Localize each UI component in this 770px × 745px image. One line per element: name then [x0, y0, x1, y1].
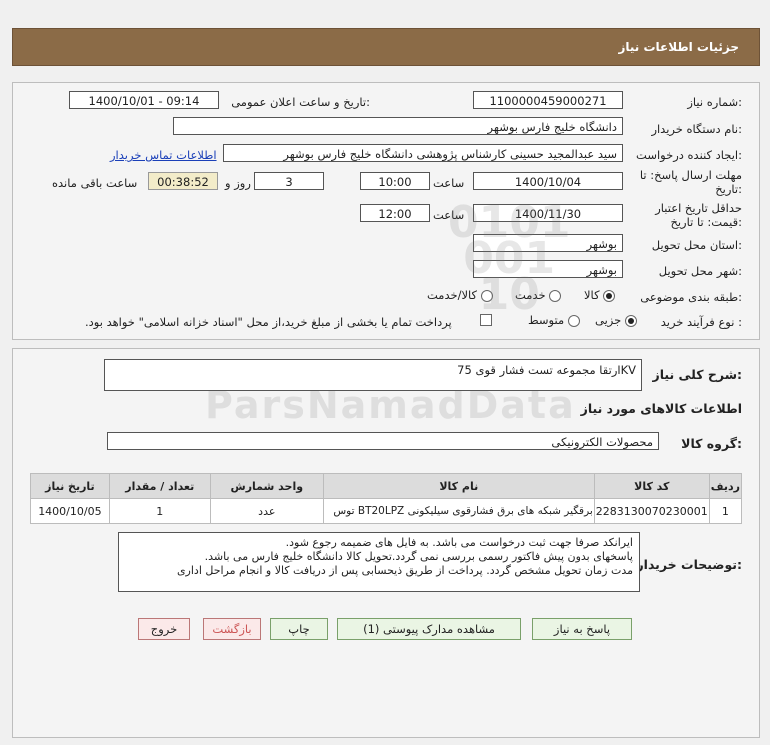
reply-deadline-label: مهلت ارسال پاسخ: تا	[639, 168, 742, 182]
col-qty: تعداد / مقدار	[108, 473, 211, 499]
buyer-notes-label: توضیحات خریدار:	[636, 557, 742, 572]
radio-goods-icon[interactable]	[603, 289, 616, 302]
need-title-label: شرح کلی نیاز:	[652, 367, 743, 382]
need-title-field: ارتقا مجموعه تست فشار قوی 75KV	[104, 359, 642, 391]
radio-minor-icon[interactable]	[624, 314, 637, 327]
need-number-field: 1100000459000271	[473, 91, 623, 109]
days-field: 3	[254, 172, 324, 190]
reply-deadline-label-2: تاریخ:	[715, 182, 742, 196]
category-option-service[interactable]: خدمت	[515, 288, 562, 302]
reply-date-field: 1400/10/04	[473, 172, 623, 190]
note-line: پاسخهای بدون پیش فاکتور رسمی بررسی نمی گ…	[204, 550, 633, 563]
reply-time-field: 10:00	[360, 172, 430, 190]
buyer-notes-box: ایرانکد صرفا جهت ثبت درخواست می باشد. به…	[118, 532, 640, 592]
page-header: جزئیات اطلاعات نیاز	[12, 28, 760, 66]
category-option-goods[interactable]: کالا	[584, 288, 616, 302]
cell-row: 1	[708, 498, 743, 524]
table-row[interactable]: 1 2283130070230001 برقگیر شبکه های برق ف…	[30, 498, 743, 524]
cell-date: 1400/10/05	[30, 498, 110, 524]
delivery-city-field: بوشهر	[473, 260, 623, 278]
cell-unit: عدد	[209, 498, 324, 524]
exit-button[interactable]: خروج	[138, 618, 190, 640]
print-button[interactable]: چاپ	[270, 618, 328, 640]
remaining-time-field: 00:38:52	[148, 172, 218, 190]
reply-button[interactable]: پاسخ به نیاز	[532, 618, 632, 640]
note-line: ایرانکد صرفا جهت ثبت درخواست می باشد. به…	[285, 536, 633, 549]
buyer-org-field: دانشگاه خلیج فارس بوشهر	[173, 117, 623, 135]
col-row: ردیف	[708, 473, 743, 499]
goods-table: ردیف کد کالا نام کالا واحد شمارش تعداد /…	[30, 473, 743, 524]
goods-group-field: محصولات الکترونیکی	[107, 432, 659, 450]
days-label: روز و	[225, 176, 251, 190]
creator-field: سید عبدالمجید حسینی کارشناس پژوهشی دانشگ…	[223, 144, 623, 162]
table-header-row: ردیف کد کالا نام کالا واحد شمارش تعداد /…	[30, 473, 743, 499]
category-label: طبقه بندی موضوعی:	[640, 290, 742, 304]
treasury-note: پرداخت تمام یا بخشی از مبلغ خرید،از محل …	[85, 315, 452, 329]
reply-time-label: ساعت	[433, 176, 465, 190]
process-option-medium[interactable]: متوسط	[528, 313, 580, 327]
process-option-minor[interactable]: جزیی	[595, 313, 637, 327]
buyer-contact-link[interactable]: اطلاعات تماس خریدار	[110, 148, 217, 162]
price-validity-label-2: قیمت: تا تاریخ:	[670, 215, 742, 229]
col-date: تاریخ نیاز	[30, 473, 110, 499]
attachments-button[interactable]: مشاهده مدارک پیوستی (1)	[337, 618, 521, 640]
goods-group-label: گروه کالا:	[681, 436, 742, 451]
creator-label: ایجاد کننده درخواست:	[636, 148, 742, 162]
need-number-label: شماره نیاز:	[687, 95, 742, 109]
validity-time-field: 12:00	[360, 204, 430, 222]
price-validity-label: حداقل تاریخ اعتبار	[655, 201, 742, 215]
cell-code: 2283130070230001	[593, 498, 710, 524]
validity-date-field: 1400/11/30	[473, 204, 623, 222]
delivery-city-label: شهر محل تحویل:	[658, 264, 742, 278]
announce-date-field: 1400/10/01 - 09:14	[69, 91, 219, 109]
delivery-province-label: استان محل تحویل:	[651, 238, 742, 252]
cell-name: برقگیر شبکه های برق فشارقوی سیلیکونی BT2…	[322, 498, 595, 524]
delivery-province-field: بوشهر	[473, 234, 623, 252]
process-type-label: نوع فرآیند خرید :	[660, 315, 742, 329]
page-title: جزئیات اطلاعات نیاز	[618, 40, 739, 54]
announce-date-label: تاریخ و ساعت اعلان عمومی:	[231, 95, 370, 109]
col-unit: واحد شمارش	[209, 473, 324, 499]
col-name: نام کالا	[322, 473, 595, 499]
radio-goods-service-icon[interactable]	[480, 289, 493, 302]
radio-medium-icon[interactable]	[567, 314, 580, 327]
note-line: مدت زمان تحویل مشخص گردد. پرداخت از طریق…	[176, 564, 633, 577]
col-code: کد کالا	[593, 473, 710, 499]
remaining-time-label: ساعت باقی مانده	[52, 176, 138, 190]
goods-section-title: اطلاعات کالاهای مورد نیاز	[580, 401, 742, 416]
radio-service-icon[interactable]	[549, 289, 562, 302]
cell-qty: 1	[108, 498, 211, 524]
validity-time-label: ساعت	[433, 208, 465, 222]
back-button[interactable]: بازگشت	[203, 618, 261, 640]
treasury-checkbox[interactable]	[480, 314, 492, 326]
category-option-goods-service[interactable]: کالا/خدمت	[427, 288, 493, 302]
buyer-org-label: نام دستگاه خریدار:	[651, 122, 742, 136]
